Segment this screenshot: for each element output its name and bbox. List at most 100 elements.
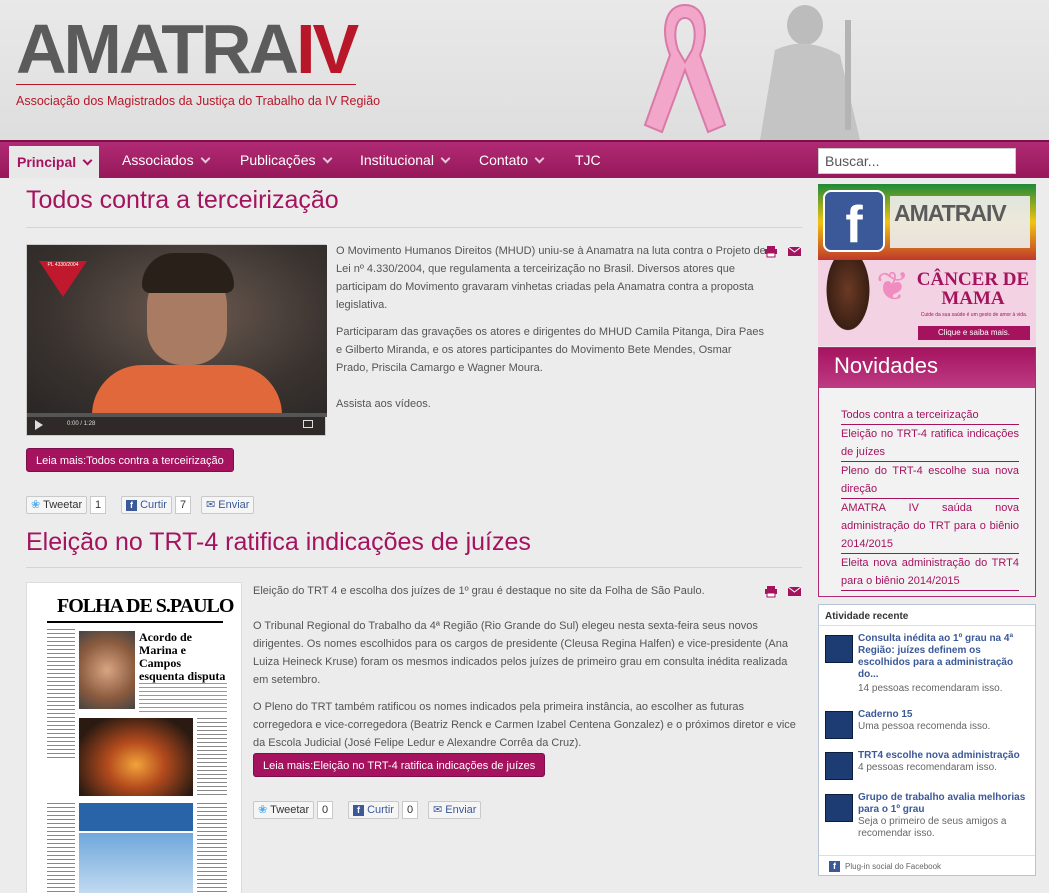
activity-meta: 14 pessoas recomendaram isso. bbox=[858, 683, 1003, 694]
send-button[interactable]: ✉ Enviar bbox=[201, 496, 255, 514]
print-icon[interactable] bbox=[765, 586, 777, 598]
twitter-bird-icon: ❀ bbox=[258, 804, 268, 816]
site-logo[interactable]: AMATRAIV bbox=[16, 14, 359, 84]
cancer-banner-cta: Clique e saiba mais. bbox=[918, 326, 1030, 340]
article-body: O Movimento Humanos Direitos (MHUD) uniu… bbox=[336, 242, 766, 413]
activity-link[interactable]: Consulta inédita ao 1º grau na 4ª Região… bbox=[858, 633, 1030, 681]
print-icon[interactable] bbox=[765, 246, 777, 258]
like-label: Curtir bbox=[367, 804, 394, 816]
woman-photo bbox=[818, 260, 878, 346]
chevron-down-icon bbox=[322, 153, 332, 164]
like-count: 7 bbox=[175, 496, 192, 514]
nav-item-publicacoes[interactable]: Publicações bbox=[240, 142, 332, 178]
trt-thumbnail bbox=[825, 711, 853, 739]
share-bar: ❀ Tweetar 0 f Curtir 0 ✉ Enviar bbox=[253, 801, 513, 819]
activity-link[interactable]: TRT4 escolhe nova administração bbox=[858, 750, 1030, 762]
nav-item-associados[interactable]: Associados bbox=[122, 142, 211, 178]
article-title[interactable]: Eleição no TRT-4 ratifica indicações de … bbox=[26, 528, 531, 557]
paragraph: Participaram das gravações os atores e d… bbox=[336, 326, 764, 374]
newspaper-photo-fire bbox=[79, 718, 193, 796]
article-title[interactable]: Todos contra a terceirização bbox=[26, 186, 339, 215]
paragraph: O Pleno do TRT também ratificou os nomes… bbox=[253, 701, 796, 749]
share-bar: ❀ Tweetar 1 f Curtir 7 ✉ Enviar bbox=[26, 496, 286, 514]
nav-item-institucional[interactable]: Institucional bbox=[360, 142, 451, 178]
nav-label: Principal bbox=[17, 154, 77, 170]
newspaper-column bbox=[47, 803, 75, 893]
twitter-bird-icon: ❀ bbox=[31, 499, 41, 511]
facebook-icon: f bbox=[829, 861, 840, 872]
chevron-down-icon bbox=[440, 153, 451, 164]
activity-item[interactable]: Grupo de trabalho avalia melhorias para … bbox=[825, 792, 1030, 840]
nav-item-contato[interactable]: Contato bbox=[479, 142, 545, 178]
nav-label: Institucional bbox=[360, 152, 434, 168]
activity-link[interactable]: Caderno 15 bbox=[858, 709, 1030, 721]
divider bbox=[819, 855, 1035, 856]
facebook-banner[interactable]: f AMATRAIV bbox=[818, 184, 1036, 260]
send-button[interactable]: ✉ Enviar bbox=[428, 801, 482, 819]
nav-label: Contato bbox=[479, 152, 529, 168]
print-email-icons bbox=[765, 246, 802, 258]
newspaper-image[interactable]: FOLHA DE S.PAULO Acordo de Marina e Camp… bbox=[26, 582, 242, 893]
activity-meta: Seja o primeiro de seus amigos a recomen… bbox=[858, 816, 1007, 839]
activity-meta: Uma pessoa recomenda isso. bbox=[858, 721, 991, 732]
chevron-down-icon bbox=[534, 153, 545, 164]
statue-illustration bbox=[760, 5, 860, 140]
nav-label: Publicações bbox=[240, 152, 316, 168]
tweet-count: 0 bbox=[317, 801, 334, 819]
newspaper-photo-bridge bbox=[79, 833, 193, 893]
divider bbox=[26, 567, 802, 568]
activity-item[interactable]: Caderno 15 Uma pessoa recomenda isso. bbox=[825, 709, 1030, 739]
tweet-button[interactable]: ❀ Tweetar bbox=[253, 801, 315, 819]
read-more-button[interactable]: Leia mais:Eleição no TRT-4 ratifica indi… bbox=[253, 753, 546, 777]
novidades-title: Novidades bbox=[819, 348, 1035, 388]
fullscreen-icon[interactable] bbox=[303, 420, 313, 428]
novidades-link[interactable]: AMATRA IV saúda nova administração do TR… bbox=[841, 499, 1019, 554]
pink-ribbon-icon bbox=[643, 3, 727, 134]
activity-title: Atividade recente bbox=[825, 611, 909, 622]
facebook-activity-box: Atividade recente Consulta inédita ao 1º… bbox=[818, 604, 1036, 876]
print-email-icons bbox=[765, 586, 802, 598]
novidades-link[interactable]: Todos contra a terceirização bbox=[841, 406, 1019, 425]
chevron-down-icon bbox=[200, 153, 211, 164]
video-badge-text: PL 4330/2004 bbox=[47, 262, 79, 268]
cancer-banner[interactable]: ❦ CÂNCER DE MAMA Cuide da sua saúde é um… bbox=[818, 260, 1036, 346]
nav-item-principal[interactable]: Principal bbox=[9, 146, 100, 178]
facebook-icon: f bbox=[126, 500, 137, 511]
tweet-count: 1 bbox=[90, 496, 107, 514]
novidades-link[interactable]: Eleita nova administração do TRT4 para o… bbox=[841, 554, 1019, 591]
send-icon: ✉ bbox=[433, 804, 443, 816]
like-button[interactable]: f Curtir bbox=[121, 496, 172, 514]
activity-item[interactable]: Consulta inédita ao 1º grau na 4ª Região… bbox=[825, 633, 1030, 697]
nav-item-tjc[interactable]: TJC bbox=[575, 142, 601, 178]
video-progress-bar[interactable] bbox=[27, 413, 327, 417]
search-input[interactable] bbox=[818, 148, 1016, 174]
activity-item[interactable]: TRT4 escolhe nova administração 4 pessoa… bbox=[825, 750, 1030, 780]
email-icon[interactable] bbox=[787, 586, 802, 596]
read-more-button[interactable]: Leia mais:Todos contra a terceirização bbox=[26, 448, 234, 472]
newspaper-column bbox=[47, 629, 75, 759]
video-player[interactable]: PL 4330/2004 0:00 / 1:28 bbox=[26, 244, 327, 436]
tweet-button[interactable]: ❀ Tweetar bbox=[26, 496, 88, 514]
send-label: Enviar bbox=[218, 499, 250, 511]
logo-underline bbox=[16, 84, 356, 85]
play-icon[interactable] bbox=[35, 420, 43, 430]
video-time: 0:00 / 1:28 bbox=[67, 421, 96, 427]
novidades-link[interactable]: Pleno do TRT-4 escolhe sua nova direção bbox=[841, 462, 1019, 499]
social-plugin-label[interactable]: Plug-in social do Facebook bbox=[845, 862, 941, 871]
logo-subtitle: Associação dos Magistrados da Justiça do… bbox=[16, 94, 381, 108]
activity-link[interactable]: Grupo de trabalho avalia melhorias para … bbox=[858, 792, 1030, 816]
email-icon[interactable] bbox=[787, 246, 802, 256]
cancer-banner-title: CÂNCER DE MAMA bbox=[916, 269, 1030, 309]
novidades-link[interactable]: Eleição no TRT-4 ratifica indicações de … bbox=[841, 425, 1019, 462]
fb-banner-text: AMATRAIV bbox=[894, 200, 1007, 226]
newspaper-column bbox=[197, 803, 227, 893]
paragraph: Eleição do TRT 4 e escolha dos juízes de… bbox=[253, 585, 705, 597]
logo-iv: IV bbox=[296, 10, 359, 88]
site-header: AMATRAIV Associação dos Magistrados da J… bbox=[0, 0, 1049, 140]
newspaper-column bbox=[197, 718, 227, 796]
facebook-logo-icon: f bbox=[823, 190, 885, 254]
tweet-label: Tweetar bbox=[43, 499, 83, 511]
chevron-down-icon bbox=[82, 155, 93, 166]
like-button[interactable]: f Curtir bbox=[348, 801, 399, 819]
cancer-banner-sub: Cuide da sua saúde é um gesto de amor à … bbox=[920, 312, 1028, 318]
